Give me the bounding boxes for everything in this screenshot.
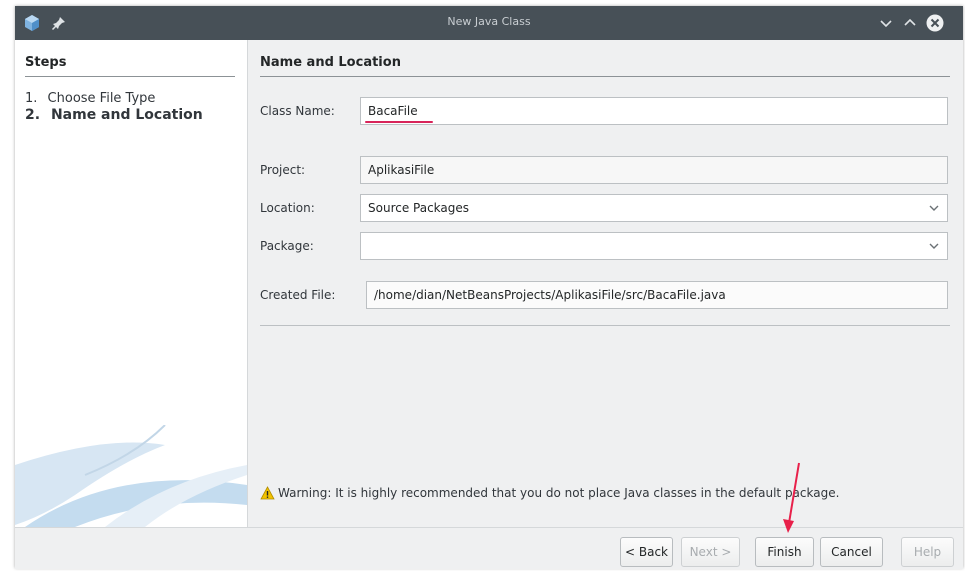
close-icon[interactable] [926,14,944,32]
new-java-class-dialog: New Java Class Steps 1. Choose File Type… [15,6,963,569]
step-label: Name and Location [50,107,203,123]
project-field: AplikasiFile [360,156,948,184]
warning-text: Warning: It is highly recommended that y… [278,486,840,500]
package-label: Package: [260,239,314,253]
wizard-decoration-graphic [15,425,247,527]
help-button[interactable]: Help [901,537,954,567]
form-divider [260,325,950,326]
maximize-icon[interactable] [901,14,919,32]
step-number: 2. [25,107,41,123]
finish-button[interactable]: Finish [755,537,814,567]
button-bar: < Back Next > Finish Cancel Help [15,527,963,569]
step-item-choose-file-type: 1. Choose File Type [25,91,155,106]
annotation-arrow-icon [783,462,800,533]
class-name-field[interactable]: BacaFile [360,97,948,125]
location-value: Source Packages [368,201,470,215]
name-and-location-panel: Name and Location Class Name: BacaFile P… [248,40,963,527]
warning-icon [260,486,275,500]
location-dropdown[interactable]: Source Packages [360,194,948,222]
project-label: Project: [260,163,306,177]
package-dropdown[interactable] [360,232,948,260]
steps-panel: Steps 1. Choose File Type 2. Name and Lo… [15,40,247,527]
next-button[interactable]: Next > [681,537,740,567]
title-bar[interactable]: New Java Class [15,6,963,40]
step-item-name-and-location: 2. Name and Location [25,107,203,123]
created-file-field: /home/dian/NetBeansProjects/AplikasiFile… [366,281,948,309]
back-button[interactable]: < Back [620,537,673,567]
minimize-icon[interactable] [877,14,895,32]
panel-divider [260,76,950,77]
step-label: Choose File Type [47,91,156,106]
steps-divider [25,76,235,77]
steps-heading: Steps [25,55,67,70]
class-name-focus-underline [365,121,433,123]
panel-heading: Name and Location [260,55,401,70]
warning-message: Warning: It is highly recommended that y… [260,486,839,500]
location-label: Location: [260,201,315,215]
step-number: 1. [25,91,38,106]
cancel-button[interactable]: Cancel [820,537,883,567]
chevron-down-icon [929,243,939,249]
window-title: New Java Class [447,15,531,28]
class-name-label: Class Name: [260,104,335,118]
created-file-label: Created File: [260,288,336,302]
chevron-down-icon [929,205,939,211]
